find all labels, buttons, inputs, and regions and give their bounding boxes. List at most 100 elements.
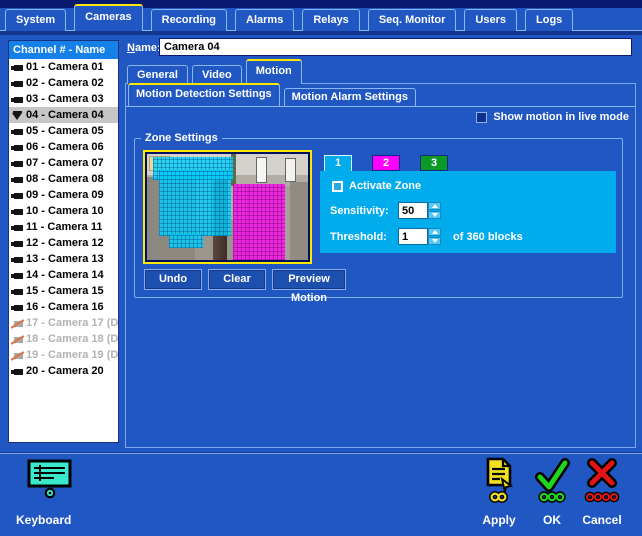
channel-label: 10 - Camera 10 bbox=[26, 205, 104, 217]
camera-icon bbox=[11, 191, 24, 200]
tab-alarms[interactable]: Alarms bbox=[235, 9, 295, 31]
keyboard-label: Keyboard bbox=[16, 513, 72, 527]
camera-icon bbox=[11, 239, 24, 248]
ok-checkmark-icon bbox=[535, 458, 570, 503]
camera-icon bbox=[11, 303, 24, 312]
activate-zone-checkbox[interactable] bbox=[332, 180, 343, 192]
channel-label: 14 - Camera 14 bbox=[26, 269, 104, 281]
tab-logs[interactable]: Logs bbox=[525, 9, 574, 31]
spin-down-icon[interactable] bbox=[428, 237, 441, 245]
channel-row[interactable]: 02 - Camera 02 bbox=[9, 75, 118, 91]
camera-name-input[interactable] bbox=[159, 38, 632, 56]
app-window: System Cameras Recording Alarms Relays S… bbox=[0, 0, 642, 536]
channel-row[interactable]: 04 - Camera 04 bbox=[9, 107, 118, 123]
channel-label: 16 - Camera 16 bbox=[26, 301, 104, 313]
zone-3-button[interactable]: 3 bbox=[420, 155, 448, 171]
threshold-row: Threshold: of 360 blocks bbox=[330, 228, 523, 245]
camera-disabled-icon bbox=[11, 335, 24, 344]
channel-row[interactable]: 15 - Camera 15 bbox=[9, 283, 118, 299]
channel-row[interactable]: 19 - Camera 19 (D... bbox=[9, 347, 118, 363]
motion-subtabstrip: Motion Detection Settings Motion Alarm S… bbox=[128, 83, 420, 106]
channel-row[interactable]: 20 - Camera 20 bbox=[9, 363, 118, 379]
camera-scene bbox=[147, 154, 308, 260]
channel-label: 01 - Camera 01 bbox=[26, 61, 104, 73]
keyboard-icon bbox=[27, 459, 72, 499]
zone-selector: 1 2 3 bbox=[324, 155, 468, 172]
camera-icon bbox=[11, 143, 24, 152]
motion-zone-1-overlay bbox=[169, 234, 203, 248]
apply-button[interactable]: Apply bbox=[469, 456, 529, 527]
channel-row[interactable]: 12 - Camera 12 bbox=[9, 235, 118, 251]
clear-button[interactable]: Clear bbox=[208, 269, 266, 290]
channel-row[interactable]: 10 - Camera 10 bbox=[9, 203, 118, 219]
show-motion-row: Show motion in live mode bbox=[476, 111, 629, 123]
cancel-button[interactable]: Cancel bbox=[572, 456, 632, 527]
threshold-input[interactable] bbox=[398, 228, 428, 245]
show-motion-checkbox[interactable] bbox=[476, 111, 488, 123]
footer-divider bbox=[0, 452, 642, 454]
tab-seq-monitor[interactable]: Seq. Monitor bbox=[367, 9, 457, 31]
camera-icon bbox=[11, 95, 24, 104]
tabstrip-shadow bbox=[0, 31, 642, 35]
tab-recording[interactable]: Recording bbox=[150, 9, 228, 31]
camera-disabled-icon bbox=[11, 319, 24, 328]
sensitivity-input[interactable] bbox=[398, 202, 428, 219]
preview-motion-button[interactable]: Preview Motion bbox=[272, 269, 346, 304]
show-motion-label: Show motion in live mode bbox=[493, 111, 629, 123]
camera-icon bbox=[11, 271, 24, 280]
name-label: Name: bbox=[127, 42, 161, 54]
channel-row[interactable]: 08 - Camera 08 bbox=[9, 171, 118, 187]
zone-action-buttons: Undo Clear Preview Motion bbox=[144, 269, 352, 304]
tab-relays[interactable]: Relays bbox=[302, 9, 360, 31]
undo-button[interactable]: Undo bbox=[144, 269, 202, 290]
channel-row[interactable]: 13 - Camera 13 bbox=[9, 251, 118, 267]
channel-label: 13 - Camera 13 bbox=[26, 253, 104, 265]
tab-cameras[interactable]: Cameras bbox=[74, 4, 143, 31]
channel-label: 11 - Camera 11 bbox=[26, 221, 103, 233]
channel-label: 18 - Camera 18 (D... bbox=[26, 333, 118, 345]
channel-row[interactable]: 09 - Camera 09 bbox=[9, 187, 118, 203]
zone-2-button[interactable]: 2 bbox=[372, 155, 400, 171]
motion-tab-page: Motion Detection Settings Motion Alarm S… bbox=[125, 83, 636, 448]
sensitivity-spinner[interactable] bbox=[428, 202, 441, 219]
spin-down-icon[interactable] bbox=[428, 211, 441, 219]
channel-row[interactable]: 14 - Camera 14 bbox=[9, 267, 118, 283]
spin-up-icon[interactable] bbox=[428, 228, 441, 236]
threshold-label: Threshold: bbox=[330, 230, 387, 243]
spin-up-icon[interactable] bbox=[428, 202, 441, 210]
camera-disabled-icon bbox=[11, 351, 24, 360]
channel-label: 17 - Camera 17 (D... bbox=[26, 317, 118, 329]
tab-general[interactable]: General bbox=[127, 65, 188, 84]
channel-label: 07 - Camera 07 bbox=[26, 157, 104, 169]
tab-users[interactable]: Users bbox=[464, 9, 517, 31]
subtab-motion-alarm-settings[interactable]: Motion Alarm Settings bbox=[283, 88, 416, 106]
channel-row[interactable]: 18 - Camera 18 (D... bbox=[9, 331, 118, 347]
motion-preview-image[interactable] bbox=[143, 150, 312, 264]
channel-row[interactable]: 11 - Camera 11 bbox=[9, 219, 118, 235]
camera-icon bbox=[11, 287, 24, 296]
tab-video[interactable]: Video bbox=[191, 65, 242, 84]
channel-row[interactable]: 17 - Camera 17 (D... bbox=[9, 315, 118, 331]
tab-system[interactable]: System bbox=[5, 9, 67, 31]
threshold-spinner[interactable] bbox=[428, 228, 441, 245]
sensitivity-row: Sensitivity: bbox=[330, 202, 441, 219]
channel-row[interactable]: 06 - Camera 06 bbox=[9, 139, 118, 155]
camera-icon bbox=[11, 367, 24, 376]
channel-row[interactable]: 16 - Camera 16 bbox=[9, 299, 118, 315]
camera-icon bbox=[11, 79, 24, 88]
apply-icon bbox=[486, 457, 514, 503]
channel-row[interactable]: 01 - Camera 01 bbox=[9, 59, 118, 75]
subtab-motion-detection-settings[interactable]: Motion Detection Settings bbox=[128, 83, 280, 106]
zone-config-panel: Activate Zone Sensitivity: Threshold: of… bbox=[320, 171, 616, 253]
sensitivity-label: Sensitivity: bbox=[330, 204, 389, 217]
activate-zone-row: Activate Zone bbox=[332, 180, 421, 192]
channel-row[interactable]: 05 - Camera 05 bbox=[9, 123, 118, 139]
activate-zone-label: Activate Zone bbox=[349, 180, 422, 192]
channel-row[interactable]: 03 - Camera 03 bbox=[9, 91, 118, 107]
tab-motion[interactable]: Motion bbox=[245, 59, 302, 84]
keyboard-button[interactable]: Keyboard bbox=[16, 458, 84, 527]
channel-row[interactable]: 07 - Camera 07 bbox=[9, 155, 118, 171]
channel-label: 09 - Camera 09 bbox=[26, 189, 104, 201]
zone-settings-group: Zone Settings 1 2 3 Activate Zone Sensit… bbox=[134, 132, 623, 304]
zone-1-button[interactable]: 1 bbox=[324, 155, 352, 172]
